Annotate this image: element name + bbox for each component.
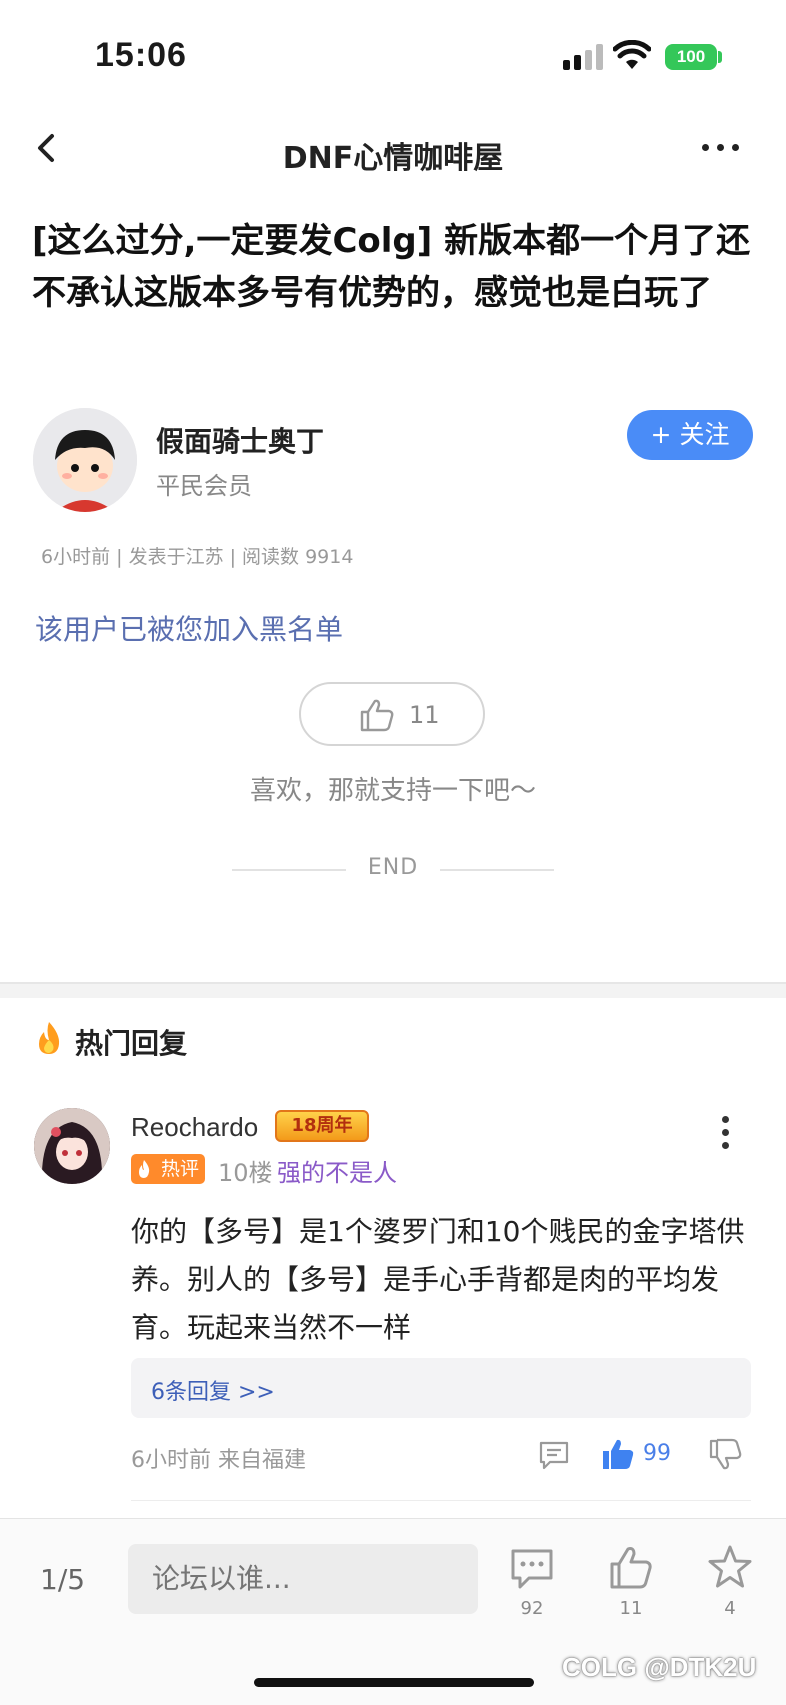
reply-user-title: 强的不是人 xyxy=(277,1159,397,1187)
like-button[interactable]: 11 xyxy=(299,682,485,746)
small-fire-icon xyxy=(139,1160,150,1178)
reply-avatar-illustration xyxy=(34,1108,110,1184)
reply-like-count: 99 xyxy=(643,1441,671,1466)
section-divider xyxy=(0,982,786,998)
reply-more-icon[interactable] xyxy=(722,1116,730,1150)
reply-floor: 10楼 xyxy=(218,1159,273,1187)
like-count: 11 xyxy=(409,701,440,729)
anniversary-badge: 18周年 xyxy=(275,1110,369,1142)
battery-tip xyxy=(718,51,722,63)
reply-time-location: 6小时前 来自福建 xyxy=(131,1448,306,1473)
forum-title: DNF心情咖啡屋 xyxy=(282,141,504,176)
author-rank: 平民会员 xyxy=(156,472,252,500)
follow-button[interactable]: + 关注 xyxy=(627,410,753,460)
favorite-count: 4 xyxy=(724,1598,736,1619)
reply-body: 你的【多号】是1个婆罗门和10个贱民的金字塔供养。别人的【多号】是手心手背都是肉… xyxy=(131,1215,745,1344)
author-avatar[interactable] xyxy=(33,408,137,512)
reply-dislike-icon[interactable] xyxy=(708,1437,742,1471)
sub-replies-label: 6条回复 >> xyxy=(151,1380,275,1405)
post-title: [这么过分,一定要发Colg] 新版本都一个月了还不承认这版本多号有优势的，感觉… xyxy=(32,221,751,313)
comment-input[interactable] xyxy=(128,1544,478,1614)
wifi-icon xyxy=(613,40,651,69)
reply-separator xyxy=(131,1500,751,1501)
cellular-signal-icon xyxy=(563,44,603,70)
like-icon[interactable] xyxy=(608,1544,654,1590)
thumbs-up-icon xyxy=(360,699,394,732)
hot-comment-tag: 热评 xyxy=(131,1154,205,1184)
comments-icon[interactable] xyxy=(509,1546,555,1592)
end-label: END xyxy=(367,855,419,880)
more-options-icon[interactable] xyxy=(702,140,742,154)
page-indicator[interactable]: 1/5 xyxy=(40,1563,85,1596)
hot-tag-label: 热评 xyxy=(160,1158,199,1180)
blacklist-notice: 该用户已被您加入黑名单 xyxy=(35,613,344,646)
hot-replies-title: 热门回复 xyxy=(75,1027,188,1060)
status-time: 15:06 xyxy=(95,36,187,74)
comments-count: 92 xyxy=(520,1598,544,1619)
battery-indicator: 100 xyxy=(665,44,717,70)
author-name[interactable]: 假面骑士奥丁 xyxy=(156,420,324,460)
reply-username[interactable]: Reochardo xyxy=(131,1112,258,1143)
watermark: COLG @DTK2U xyxy=(562,1652,757,1682)
favorite-star-icon[interactable] xyxy=(707,1544,753,1590)
like-total: 11 xyxy=(619,1598,643,1619)
avatar-illustration xyxy=(33,408,137,512)
home-indicator[interactable] xyxy=(254,1678,534,1687)
reply-like-icon[interactable] xyxy=(601,1437,635,1471)
support-prompt: 喜欢，那就支持一下吧～ xyxy=(249,776,536,806)
reply-comment-icon[interactable] xyxy=(538,1440,570,1470)
fire-icon xyxy=(39,1022,60,1054)
post-meta: 6小时前 | 发表于江苏 | 阅读数 9914 xyxy=(41,546,354,568)
sub-replies-link[interactable]: 6条回复 >> xyxy=(131,1358,751,1418)
reply-author-avatar[interactable] xyxy=(34,1108,110,1184)
